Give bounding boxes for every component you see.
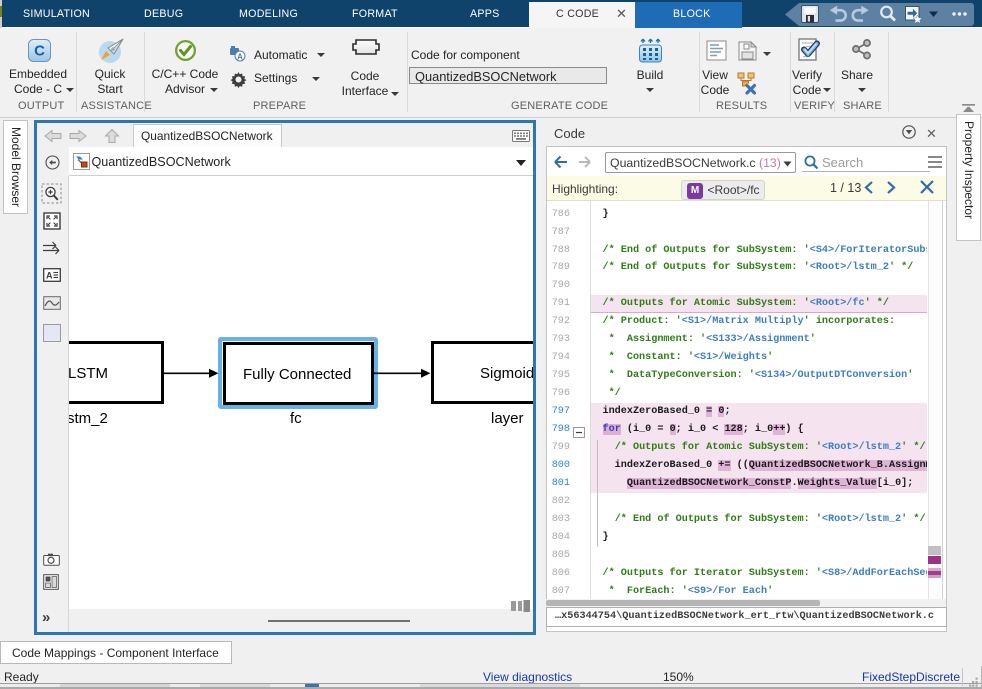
svg-text:A: A xyxy=(46,271,53,281)
svg-text:C: C xyxy=(34,43,45,60)
svg-text:A: A xyxy=(237,53,243,62)
